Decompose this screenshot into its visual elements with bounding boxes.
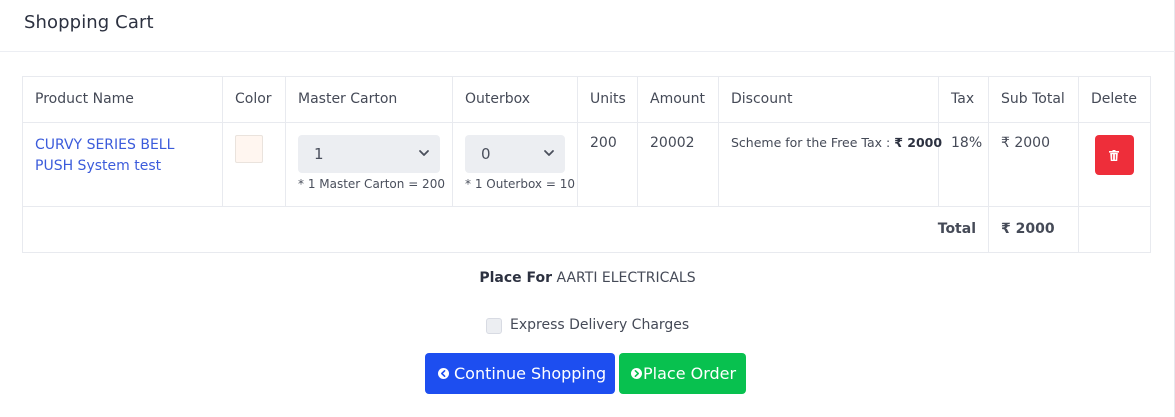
- delete-button[interactable]: [1095, 135, 1134, 175]
- discount-value: ₹ 2000: [894, 135, 943, 150]
- product-name-cell: CURVY SERIES BELL PUSH System test: [22, 122, 223, 207]
- discount-label: Scheme for the Free Tax :: [731, 135, 891, 150]
- outerbox-hint: * 1 Outerbox = 10: [465, 177, 575, 191]
- color-swatch: [235, 135, 263, 163]
- col-header-master-carton: Master Carton: [285, 76, 453, 123]
- express-delivery-checkbox[interactable]: [486, 318, 502, 334]
- table-header-row: Product Name Color Master Carton Outerbo…: [22, 76, 1151, 123]
- arrow-left-circle-icon: [438, 368, 449, 379]
- col-header-delete: Delete: [1078, 76, 1151, 123]
- delete-cell: [1078, 122, 1151, 207]
- total-row: Total ₹ 2000: [22, 206, 1151, 253]
- col-header-discount: Discount: [718, 76, 939, 123]
- tax-cell: 18%: [938, 122, 989, 207]
- place-for-label: Place For: [479, 270, 553, 286]
- outerbox-cell: 0 * 1 Outerbox = 10: [452, 122, 578, 207]
- chevron-down-icon: [544, 150, 554, 156]
- col-header-outerbox: Outerbox: [452, 76, 578, 123]
- master-carton-select[interactable]: 1: [298, 135, 440, 173]
- continue-shopping-button[interactable]: Continue Shopping: [425, 353, 615, 394]
- trash-icon: [1109, 150, 1119, 161]
- chevron-down-icon: [419, 150, 429, 156]
- sub-total-cell: ₹ 2000: [988, 122, 1079, 207]
- arrow-right-circle-icon: [631, 368, 642, 379]
- master-carton-hint: * 1 Master Carton = 200: [298, 177, 445, 191]
- units-cell: 200: [577, 122, 638, 207]
- product-link[interactable]: CURVY SERIES BELL PUSH System test: [35, 135, 210, 177]
- page-title: Shopping Cart: [24, 12, 154, 33]
- outerbox-selected-value: 0: [481, 145, 491, 163]
- col-header-units: Units: [577, 76, 638, 123]
- discount-text: Scheme for the Free Tax : ₹ 2000: [731, 135, 942, 150]
- master-carton-selected-value: 1: [314, 145, 324, 163]
- continue-shopping-label: Continue Shopping: [454, 364, 607, 383]
- place-for-line: Place For AARTI ELECTRICALS: [0, 270, 1175, 286]
- place-order-label: Place Order: [643, 364, 737, 383]
- outerbox-select[interactable]: 0: [465, 135, 565, 173]
- col-header-sub-total: Sub Total: [988, 76, 1079, 123]
- table-row: CURVY SERIES BELL PUSH System test 1 * 1…: [22, 122, 1151, 207]
- cart-table: Product Name Color Master Carton Outerbo…: [22, 76, 1151, 253]
- shopping-cart-card: Shopping Cart Product Name Color Master …: [0, 0, 1175, 417]
- col-header-product-name: Product Name: [22, 76, 223, 123]
- place-for-value: AARTI ELECTRICALS: [556, 270, 696, 286]
- color-cell: [222, 122, 286, 207]
- express-delivery-label: Express Delivery Charges: [510, 317, 690, 333]
- col-header-amount: Amount: [637, 76, 719, 123]
- master-carton-cell: 1 * 1 Master Carton = 200: [285, 122, 453, 207]
- col-header-color: Color: [222, 76, 286, 123]
- place-order-button[interactable]: Place Order: [619, 353, 746, 394]
- col-header-tax: Tax: [938, 76, 989, 123]
- total-label: Total: [22, 206, 989, 253]
- card-header: Shopping Cart: [0, 0, 1175, 52]
- total-value: ₹ 2000: [988, 206, 1079, 253]
- amount-cell: 20002: [637, 122, 719, 207]
- total-empty-cell: [1078, 206, 1151, 253]
- discount-cell: Scheme for the Free Tax : ₹ 2000: [718, 122, 942, 207]
